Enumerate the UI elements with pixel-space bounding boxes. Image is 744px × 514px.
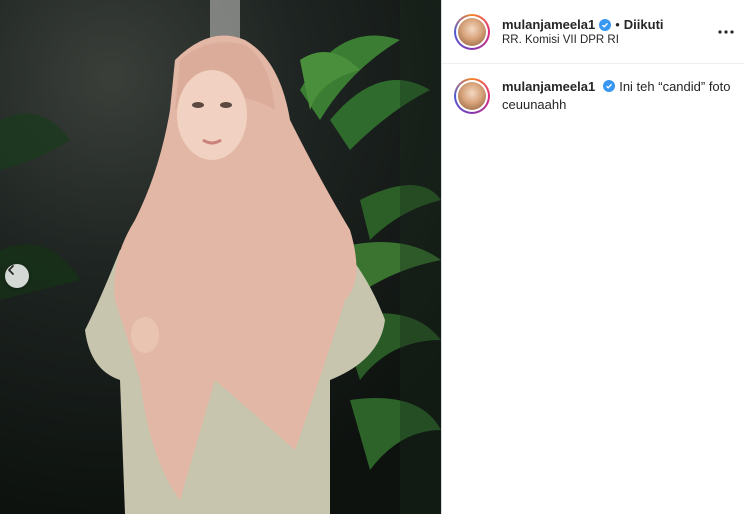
caption: mulanjameela1 Ini teh “candid” foto ceuun… xyxy=(442,64,744,128)
header-username[interactable]: mulanjameela1 xyxy=(502,17,595,32)
more-horizontal-icon xyxy=(718,30,734,34)
face xyxy=(177,70,247,160)
verified-badge-icon xyxy=(599,18,612,31)
post-sidebar: mulanjameela1 • Diikuti RR. Komisi VII D… xyxy=(441,0,744,514)
avatar-story-ring[interactable] xyxy=(454,13,490,50)
previous-photo-button[interactable] xyxy=(5,264,29,288)
location-link[interactable]: RR. Komisi VII DPR RI xyxy=(502,34,664,46)
instagram-post: mulanjameela1 • Diikuti RR. Komisi VII D… xyxy=(0,0,744,514)
verified-badge-icon xyxy=(603,80,616,92)
more-options-button[interactable] xyxy=(716,22,736,42)
hand xyxy=(131,317,159,353)
post-photo[interactable] xyxy=(0,0,441,514)
follow-status-button[interactable]: Diikuti xyxy=(624,17,664,32)
caption-avatar-ring[interactable] xyxy=(454,78,490,114)
chevron-left-icon xyxy=(8,265,14,275)
photo-illustration xyxy=(0,0,441,514)
avatar xyxy=(458,17,486,46)
post-header: mulanjameela1 • Diikuti RR. Komisi VII D… xyxy=(442,0,744,64)
caption-avatar xyxy=(458,82,486,110)
separator-dot: • xyxy=(615,17,620,32)
caption-username[interactable]: mulanjameela1 xyxy=(502,79,595,94)
